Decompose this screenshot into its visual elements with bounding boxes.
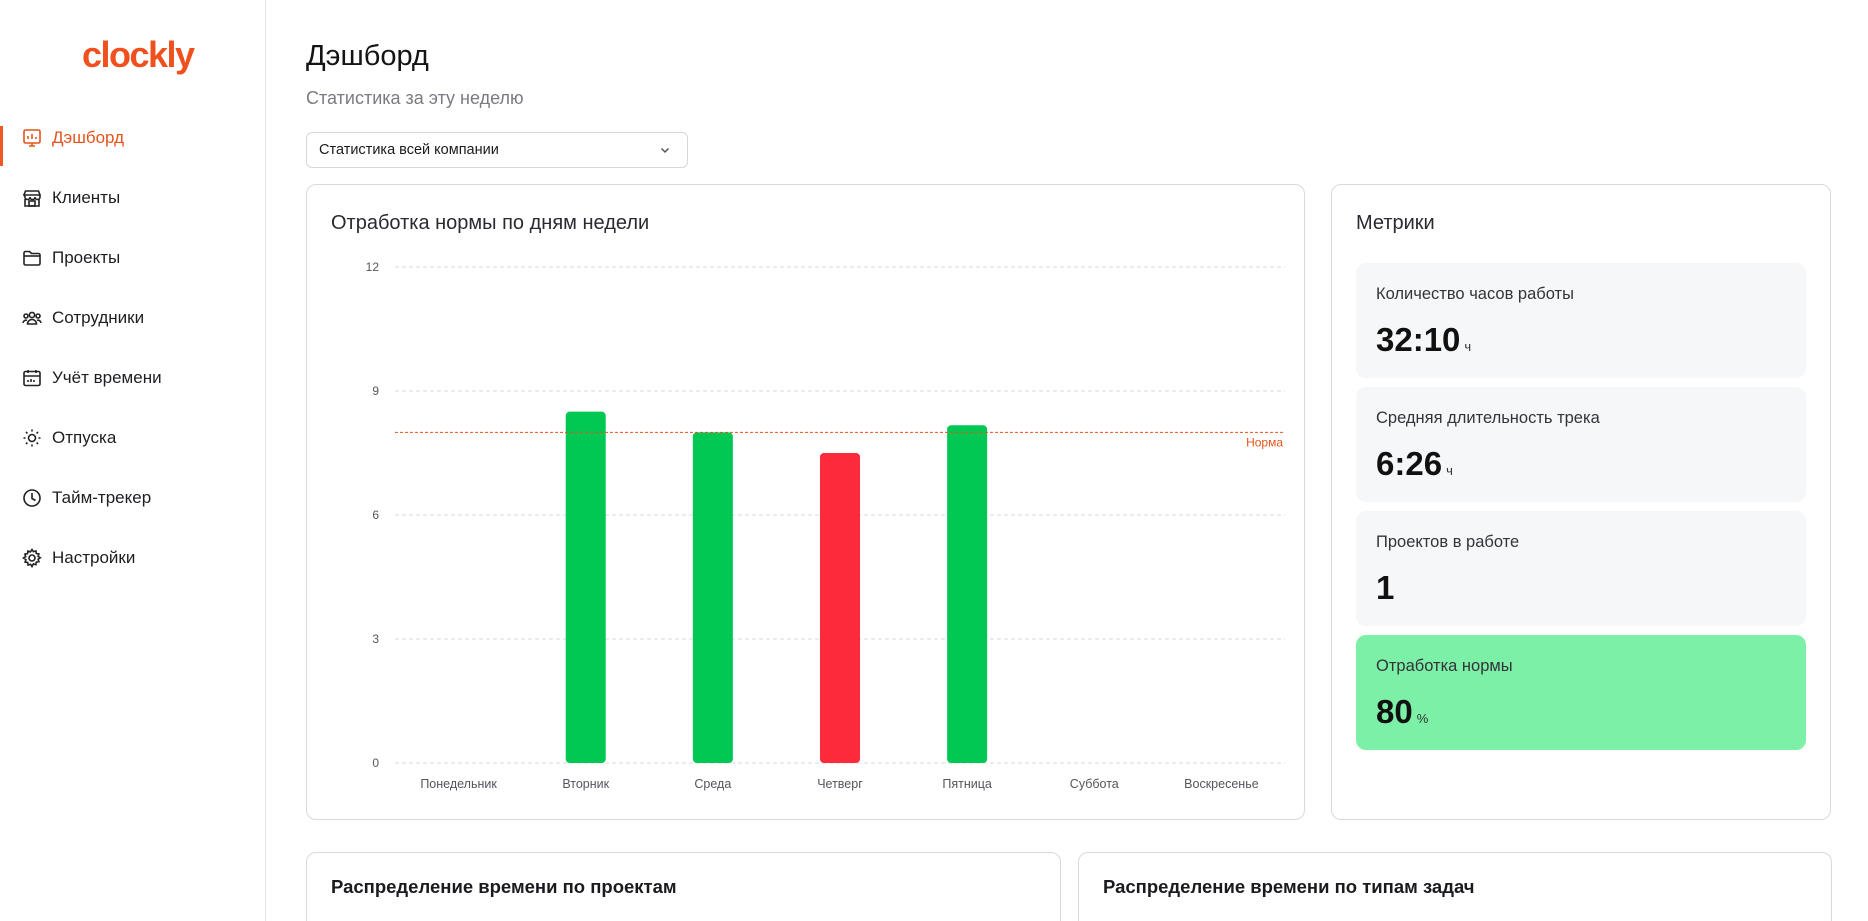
sidebar-item-label: Настройки [52, 548, 136, 567]
sidebar-item-time-tracker[interactable]: Тайм-трекер [0, 468, 266, 528]
x-tick-label: Понедельник [420, 777, 497, 791]
calendar-icon [21, 367, 43, 389]
x-tick-label: Воскресенье [1184, 777, 1259, 791]
clock-icon [21, 487, 43, 509]
page-subtitle: Статистика за эту неделю [306, 88, 524, 108]
metric-projects-in-progress: Проектов в работе 1 [1356, 511, 1806, 626]
folder-icon [21, 247, 43, 269]
bar-5 [947, 425, 988, 763]
x-tick-label: Вторник [562, 777, 609, 791]
team-icon [21, 307, 43, 329]
metric-work-hours: Количество часов работы 32:10 ч [1356, 263, 1806, 378]
metric-value: 6:26 [1376, 445, 1443, 482]
norm-label: Норма [1246, 435, 1283, 449]
sidebar-item-vacations[interactable]: Отпуска [0, 408, 266, 468]
scope-select[interactable]: Статистика всей компании [306, 132, 688, 168]
y-tick-label: 0 [372, 756, 379, 770]
metric-unit: % [1416, 711, 1429, 726]
metric-label: Количество часов работы [1376, 285, 1574, 303]
weekly-norm-chart-card: Отработка нормы по дням недели 0 3 6 9 12 Пон… [306, 184, 1305, 820]
metric-value: 32:10 [1376, 321, 1461, 358]
projects-distribution-card: Распределение времени по проектам [306, 852, 1061, 921]
sidebar-nav: Дэшборд Клиенты Проекты Сотрудники Учёт … [0, 108, 266, 588]
app-logo[interactable]: clockly [82, 34, 195, 76]
y-tick-label: 12 [366, 260, 380, 274]
sidebar-item-dashboard[interactable]: Дэшборд [0, 108, 266, 168]
metric-unit: ч [1464, 339, 1472, 354]
metric-label: Проектов в работе [1376, 533, 1520, 551]
y-tick-label: 9 [372, 384, 379, 398]
sidebar-item-label: Проекты [52, 248, 121, 267]
weekly-norm-chart: 0 3 6 9 12 Понедельник Вторник Среда Четверг Пятн… [366, 260, 1285, 791]
bar-3 [692, 432, 733, 763]
sidebar-item-label: Клиенты [52, 188, 121, 207]
dashboard-icon [21, 127, 43, 149]
scope-select-value: Статистика всей компании [319, 142, 499, 158]
metric-value: 80 [1376, 693, 1413, 730]
metric-value-row: 32:10 ч [1376, 321, 1471, 359]
bar-4 [820, 453, 860, 763]
sidebar-item-time-tracking[interactable]: Учёт времени [0, 348, 266, 408]
x-tick-label: Пятница [942, 777, 992, 791]
sidebar-item-label: Дэшборд [52, 128, 125, 147]
metric-unit: ч [1446, 463, 1453, 478]
metric-label: Средняя длительность трека [1376, 409, 1600, 427]
projects-distribution-title: Распределение времени по проектам [331, 876, 677, 897]
sidebar: clockly Дэшборд Клиенты Проекты Сотрудни… [0, 0, 266, 921]
metrics-card: Метрики Количество часов работы 32:10 ч С… [1331, 184, 1831, 820]
sidebar-item-clients[interactable]: Клиенты [0, 168, 266, 228]
metric-value: 1 [1376, 569, 1395, 606]
sidebar-item-settings[interactable]: Настройки [0, 528, 266, 588]
x-tick-label: Среда [694, 777, 731, 791]
bar-2 [565, 411, 606, 763]
metrics-title: Метрики [1356, 212, 1435, 234]
metric-value-row: 80% [1376, 693, 1428, 731]
x-tick-label: Четверг [817, 777, 863, 791]
gear-icon [21, 547, 43, 569]
task-types-distribution-title: Распределение времени по типам задач [1103, 876, 1475, 897]
chevron-down-icon [660, 147, 670, 154]
sidebar-item-projects[interactable]: Проекты [0, 228, 266, 288]
metric-value-row: 6:26 ч [1376, 445, 1453, 483]
task-types-distribution-card: Распределение времени по типам задач [1078, 852, 1832, 921]
sun-icon [21, 427, 43, 449]
metric-label: Отработка нормы [1376, 657, 1513, 675]
sidebar-item-label: Учёт времени [52, 368, 162, 387]
x-tick-label: Суббота [1070, 777, 1119, 791]
y-tick-label: 3 [372, 632, 379, 646]
sidebar-item-label: Отпуска [52, 428, 117, 447]
sidebar-item-employees[interactable]: Сотрудники [0, 288, 266, 348]
sidebar-item-label: Сотрудники [52, 308, 145, 327]
metric-value-row: 1 [1376, 569, 1398, 607]
sidebar-item-label: Тайм-трекер [52, 488, 152, 507]
metric-norm-completion: Отработка нормы 80% [1356, 635, 1806, 750]
y-tick-label: 6 [372, 508, 379, 522]
page-title: Дэшборд [306, 40, 429, 72]
store-icon [21, 187, 43, 209]
metric-avg-track-duration: Средняя длительность трека 6:26 ч [1356, 387, 1806, 502]
